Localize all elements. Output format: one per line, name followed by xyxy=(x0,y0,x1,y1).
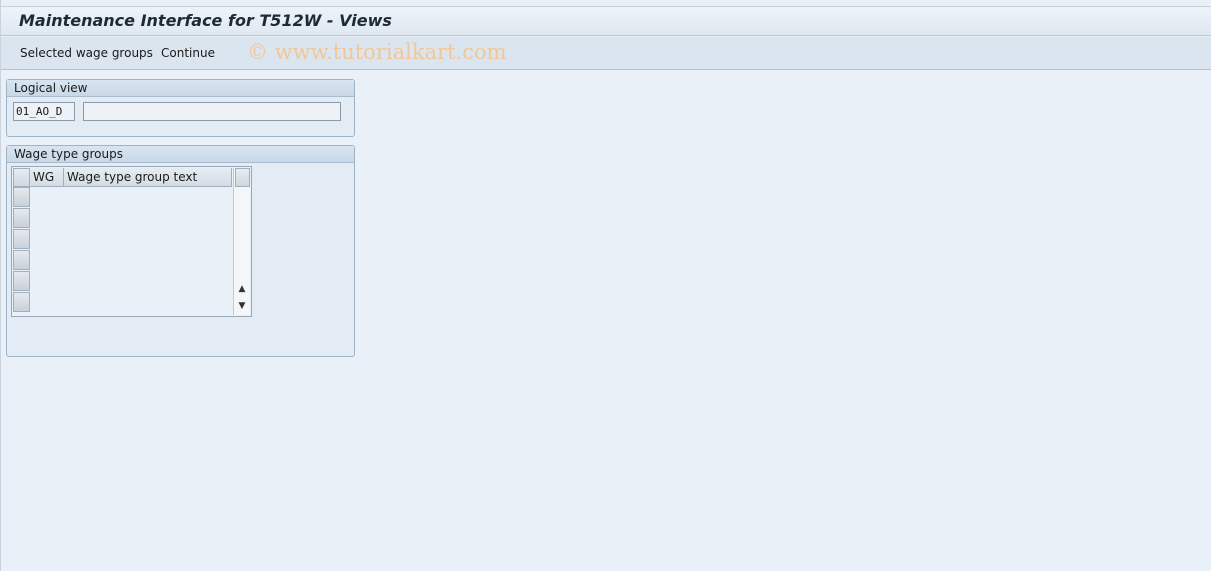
wage-type-groups-group: Wage type groups WG Wage type group text… xyxy=(6,145,355,357)
wage-type-groups-table: WG Wage type group text ▲ ▼ xyxy=(11,166,252,317)
logical-view-field[interactable]: 01_AO_D xyxy=(13,102,75,121)
application-toolbar: Selected wage groups Continue © www.tuto… xyxy=(1,37,1211,70)
select-all-button[interactable] xyxy=(13,168,30,187)
logical-view-group: Logical view 01_AO_D xyxy=(6,79,355,137)
triangle-down-icon[interactable]: ▼ xyxy=(234,298,250,314)
vertical-scrollbar[interactable]: ▲ ▼ xyxy=(233,168,250,315)
wage-type-groups-title: Wage type groups xyxy=(7,146,354,163)
row-selector[interactable] xyxy=(13,229,30,249)
sap-window: Maintenance Interface for T512W - Views … xyxy=(0,0,1211,571)
watermark-text: © www.tutorialkart.com xyxy=(247,40,507,64)
column-header-wage-type-group-text[interactable]: Wage type group text xyxy=(64,168,232,187)
selected-wage-groups-button[interactable]: Selected wage groups xyxy=(20,46,153,60)
logical-view-description-field xyxy=(83,102,341,121)
row-selector[interactable] xyxy=(13,208,30,228)
page-title: Maintenance Interface for T512W - Views xyxy=(19,11,392,30)
row-selector[interactable] xyxy=(13,187,30,207)
title-bar: Maintenance Interface for T512W - Views xyxy=(1,6,1211,36)
logical-view-title: Logical view xyxy=(7,80,354,97)
row-selector[interactable] xyxy=(13,292,30,312)
triangle-up-icon[interactable]: ▲ xyxy=(234,281,250,297)
row-selector[interactable] xyxy=(13,271,30,291)
continue-button[interactable]: Continue xyxy=(161,46,215,60)
column-settings-button[interactable] xyxy=(235,168,250,187)
row-selector[interactable] xyxy=(13,250,30,270)
column-header-wg[interactable]: WG xyxy=(30,168,64,187)
